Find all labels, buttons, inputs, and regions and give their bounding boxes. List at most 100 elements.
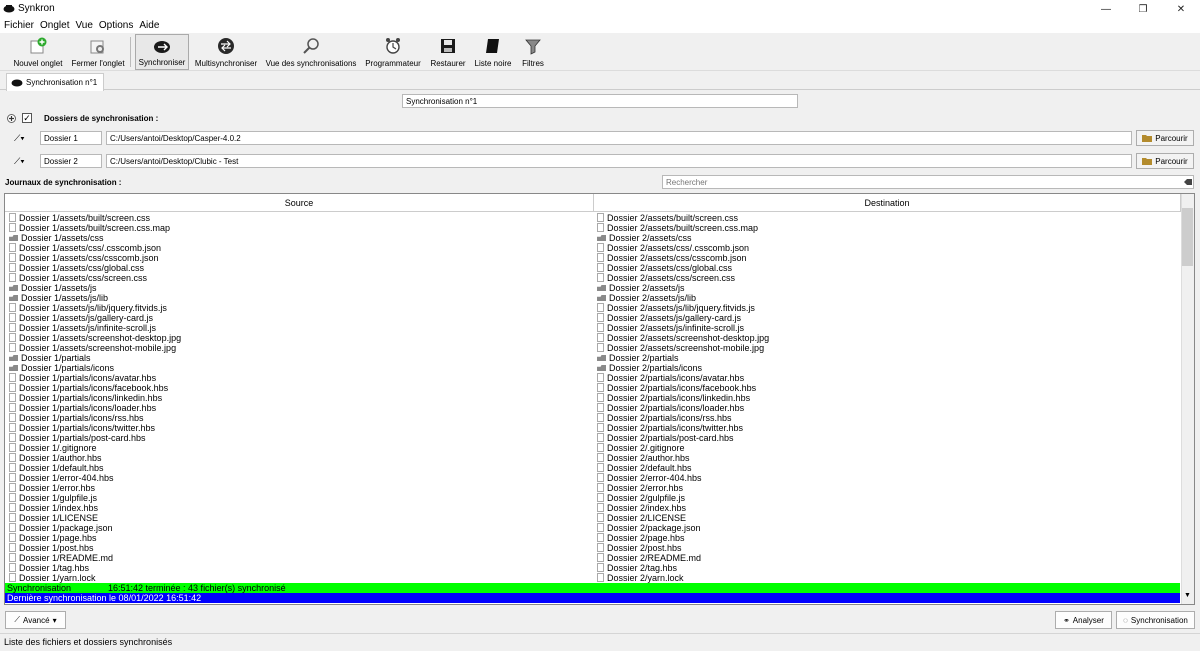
table-cell-source[interactable]: Dossier 1/error.hbs <box>9 483 95 493</box>
table-cell-destination[interactable]: Dossier 2/assets/js/infinite-scroll.js <box>597 323 744 333</box>
table-cell-destination[interactable]: Dossier 2/author.hbs <box>597 453 690 463</box>
table-cell-destination[interactable]: Dossier 2/assets/js/gallery-card.js <box>597 313 741 323</box>
table-cell-source[interactable]: Dossier 1/assets/js/gallery-card.js <box>9 313 153 323</box>
folder-1-name-input[interactable] <box>40 131 102 145</box>
multisync-button[interactable]: Multisynchroniser <box>192 34 260 70</box>
table-cell-source[interactable]: Dossier 1/default.hbs <box>9 463 104 473</box>
table-cell-destination[interactable]: Dossier 2/LICENSE <box>597 513 686 523</box>
table-cell-source[interactable]: Dossier 1/partials/icons/facebook.hbs <box>9 383 168 393</box>
table-cell-destination[interactable]: Dossier 2/default.hbs <box>597 463 692 473</box>
folder-1-path-input[interactable] <box>106 131 1132 145</box>
clear-search-icon[interactable] <box>1184 178 1192 186</box>
browse-folder-2-button[interactable]: Parcourir <box>1136 153 1194 169</box>
menu-onglet[interactable]: Onglet <box>40 20 69 31</box>
table-cell-destination[interactable]: Dossier 2/gulpfile.js <box>597 493 685 503</box>
table-cell-destination[interactable]: Dossier 2/partials/icons/rss.hbs <box>597 413 732 423</box>
menu-options[interactable]: Options <box>99 20 133 31</box>
destination-column-header[interactable]: Destination <box>594 194 1181 212</box>
table-cell-source[interactable]: Dossier 1/README.md <box>9 553 113 563</box>
close-window-button[interactable]: ✕ <box>1162 0 1200 18</box>
folder-2-options-menu[interactable]: ⟋▾ <box>14 156 25 167</box>
minimize-button[interactable]: — <box>1087 0 1125 18</box>
scrollbar-thumb[interactable] <box>1182 208 1193 266</box>
filters-button[interactable]: Filtres <box>518 34 548 70</box>
sync-view-button[interactable]: Vue des synchronisations <box>264 34 358 70</box>
table-cell-destination[interactable]: Dossier 2/assets/screenshot-desktop.jpg <box>597 333 769 343</box>
table-cell-source[interactable]: Dossier 1/package.json <box>9 523 113 533</box>
table-cell-destination[interactable]: Dossier 2/post.hbs <box>597 543 682 553</box>
table-cell-source[interactable]: Dossier 1/partials/post-card.hbs <box>9 433 146 443</box>
synchronise-button[interactable]: Synchroniser <box>135 34 189 70</box>
menu-vue[interactable]: Vue <box>75 20 92 31</box>
table-cell-destination[interactable]: Dossier 2/assets/built/screen.css.map <box>597 223 758 233</box>
table-cell-destination[interactable]: Dossier 2/page.hbs <box>597 533 685 543</box>
table-cell-destination[interactable]: Dossier 2/package.json <box>597 523 701 533</box>
add-folder-icon[interactable] <box>7 114 16 123</box>
analyze-button[interactable]: ⚭ Analyser <box>1055 611 1112 629</box>
table-cell-source[interactable]: Dossier 1/tag.hbs <box>9 563 89 573</box>
tab-synchronisation-1[interactable]: Synchronisation n°1 <box>6 73 104 91</box>
folder-2-path-input[interactable] <box>106 154 1132 168</box>
table-cell-destination[interactable]: Dossier 2/partials/icons/loader.hbs <box>597 403 744 413</box>
table-cell-destination[interactable]: Dossier 2/assets/js <box>597 283 685 293</box>
close-tab-button[interactable]: Fermer l'onglet <box>68 34 128 70</box>
table-cell-destination[interactable]: Dossier 2/yarn.lock <box>597 573 684 583</box>
table-cell-destination[interactable]: Dossier 2/assets/built/screen.css <box>597 213 738 223</box>
table-cell-source[interactable]: Dossier 1/assets/screenshot-mobile.jpg <box>9 343 176 353</box>
table-cell-destination[interactable]: Dossier 2/partials/icons/twitter.hbs <box>597 423 743 433</box>
table-cell-source[interactable]: Dossier 1/partials/icons/loader.hbs <box>9 403 156 413</box>
table-cell-destination[interactable]: Dossier 2/partials/icons/avatar.hbs <box>597 373 744 383</box>
table-cell-source[interactable]: Dossier 1/assets/screenshot-desktop.jpg <box>9 333 181 343</box>
table-cell-source[interactable]: Dossier 1/partials/icons <box>9 363 114 373</box>
folder-1-options-menu[interactable]: ⟋▾ <box>14 133 25 144</box>
table-cell-source[interactable]: Dossier 1/assets/js/lib/jquery.fitvids.j… <box>9 303 167 313</box>
table-cell-source[interactable]: Dossier 1/assets/css/screen.css <box>9 273 147 283</box>
sync-name-input[interactable] <box>402 94 798 108</box>
table-cell-destination[interactable]: Dossier 2/partials/post-card.hbs <box>597 433 734 443</box>
browse-folder-1-button[interactable]: Parcourir <box>1136 130 1194 146</box>
menu-aide[interactable]: Aide <box>139 20 159 31</box>
table-cell-source[interactable]: Dossier 1/partials <box>9 353 91 363</box>
table-cell-destination[interactable]: Dossier 2/README.md <box>597 553 701 563</box>
table-cell-destination[interactable]: Dossier 2/index.hbs <box>597 503 686 513</box>
table-cell-source[interactable]: Dossier 1/error-404.hbs <box>9 473 114 483</box>
table-cell-destination[interactable]: Dossier 2/assets/css/global.css <box>597 263 732 273</box>
table-cell-destination[interactable]: Dossier 2/assets/js/lib/jquery.fitvids.j… <box>597 303 755 313</box>
table-cell-destination[interactable]: Dossier 2/error.hbs <box>597 483 683 493</box>
table-cell-source[interactable]: Dossier 1/assets/js/infinite-scroll.js <box>9 323 156 333</box>
table-cell-destination[interactable]: Dossier 2/assets/css/csscomb.json <box>597 253 747 263</box>
source-column-header[interactable]: Source <box>5 194 594 212</box>
table-cell-destination[interactable]: Dossier 2/.gitignore <box>597 443 685 453</box>
table-cell-source[interactable]: Dossier 1/author.hbs <box>9 453 102 463</box>
menu-fichier[interactable]: Fichier <box>4 20 34 31</box>
table-cell-destination[interactable]: Dossier 2/partials/icons <box>597 363 702 373</box>
table-cell-destination[interactable]: Dossier 2/assets/css <box>597 233 692 243</box>
scheduler-button[interactable]: Programmateur <box>362 34 424 70</box>
table-cell-destination[interactable]: Dossier 2/partials/icons/facebook.hbs <box>597 383 756 393</box>
table-cell-source[interactable]: Dossier 1/.gitignore <box>9 443 97 453</box>
advanced-button[interactable]: ⟋ Avancé ▾ <box>5 611 66 629</box>
table-cell-source[interactable]: Dossier 1/index.hbs <box>9 503 98 513</box>
table-cell-source[interactable]: Dossier 1/assets/built/screen.css.map <box>9 223 170 233</box>
table-cell-source[interactable]: Dossier 1/partials/icons/rss.hbs <box>9 413 144 423</box>
table-cell-source[interactable]: Dossier 1/assets/js <box>9 283 97 293</box>
table-cell-destination[interactable]: Dossier 2/assets/css/screen.css <box>597 273 735 283</box>
table-cell-destination[interactable]: Dossier 2/error-404.hbs <box>597 473 702 483</box>
table-cell-source[interactable]: Dossier 1/page.hbs <box>9 533 97 543</box>
table-cell-source[interactable]: Dossier 1/partials/icons/twitter.hbs <box>9 423 155 433</box>
table-cell-source[interactable]: Dossier 1/post.hbs <box>9 543 94 553</box>
table-cell-source[interactable]: Dossier 1/LICENSE <box>9 513 98 523</box>
new-tab-button[interactable]: Nouvel onglet <box>10 34 66 70</box>
search-input[interactable] <box>662 175 1194 189</box>
table-cell-source[interactable]: Dossier 1/assets/css/csscomb.json <box>9 253 159 263</box>
table-cell-source[interactable]: Dossier 1/assets/css/.csscomb.json <box>9 243 161 253</box>
table-cell-destination[interactable]: Dossier 2/assets/js/lib <box>597 293 696 303</box>
table-cell-source[interactable]: Dossier 1/assets/built/screen.css <box>9 213 150 223</box>
synchronisation-button[interactable]: ◌ Synchronisation <box>1116 611 1195 629</box>
table-cell-source[interactable]: Dossier 1/assets/css <box>9 233 104 243</box>
table-cell-source[interactable]: Dossier 1/yarn.lock <box>9 573 96 583</box>
table-cell-destination[interactable]: Dossier 2/assets/screenshot-mobile.jpg <box>597 343 764 353</box>
table-cell-source[interactable]: Dossier 1/assets/js/lib <box>9 293 108 303</box>
table-cell-source[interactable]: Dossier 1/partials/icons/avatar.hbs <box>9 373 156 383</box>
table-cell-source[interactable]: Dossier 1/partials/icons/linkedin.hbs <box>9 393 162 403</box>
